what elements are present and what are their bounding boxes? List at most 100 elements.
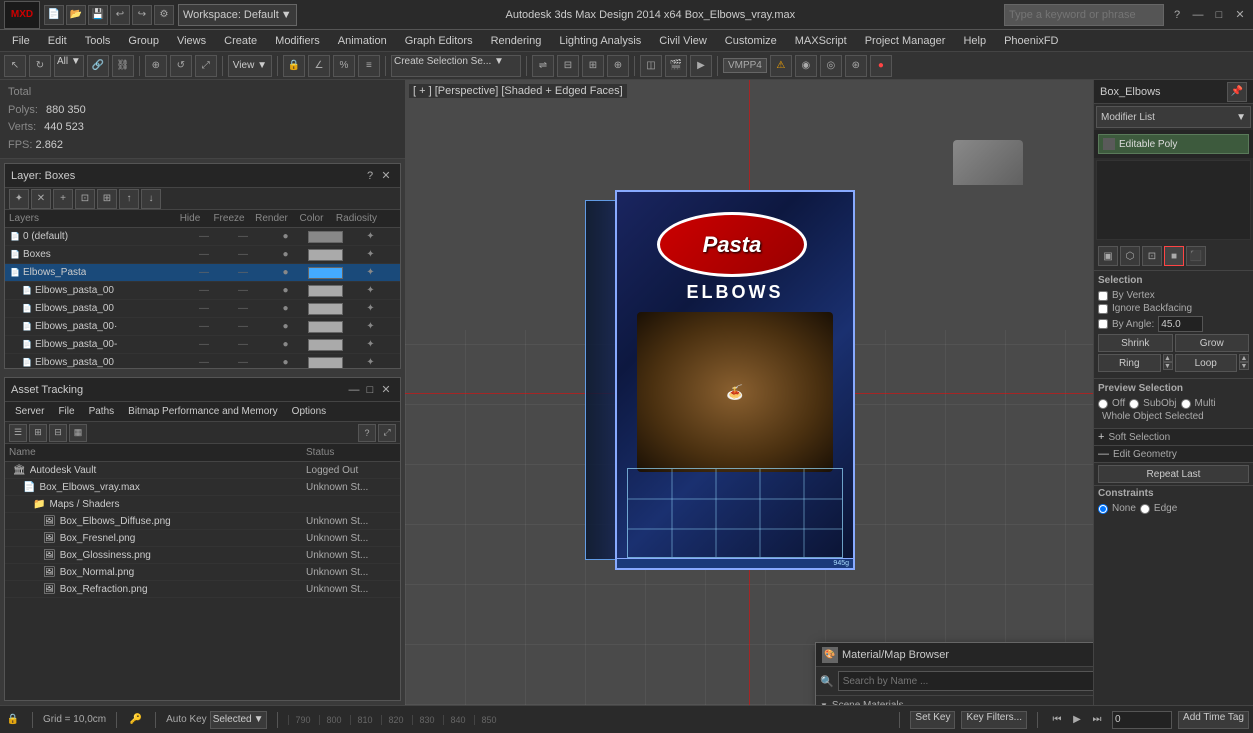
menu-rendering[interactable]: Rendering [483,33,550,49]
menu-civil[interactable]: Civil View [651,33,714,49]
menu-animation[interactable]: Animation [330,33,395,49]
asset-menu-paths[interactable]: Paths [83,406,121,417]
asset-panel-close[interactable]: ✕ [378,382,394,398]
rp-border-icon[interactable]: ⊡ [1142,246,1162,266]
rp-edit-geometry-header[interactable]: — Edit Geometry [1094,446,1253,463]
open-btn[interactable]: 📂 [66,5,86,25]
menu-help[interactable]: Help [955,33,994,49]
rp-modifier-list-dropdown[interactable]: Modifier List ▼ [1096,106,1251,128]
bb-prev-frame-icon[interactable]: ⏮ [1048,711,1066,729]
rp-edge-radio[interactable] [1140,504,1150,514]
rp-by-angle-cb[interactable] [1098,319,1108,329]
bb-play-icon[interactable]: ▶ [1068,711,1086,729]
layer-row[interactable]: 📄 0 (default) — — ● ✦ [5,228,400,246]
rp-by-vertex-cb[interactable] [1098,291,1108,301]
align-tool[interactable]: ⊟ [557,55,579,77]
unlink-tool[interactable]: ⛓ [112,55,134,77]
asset-view-icons[interactable]: ⊞ [29,424,47,442]
asset-row[interactable]: 🖼 Box_Refraction.png Unknown St... [5,581,400,598]
layer-manager[interactable]: ◫ [640,55,662,77]
close-icon[interactable]: ✕ [1231,6,1249,24]
layer-move-up[interactable]: ↑ [119,189,139,209]
rp-edge-icon[interactable]: ⬡ [1120,246,1140,266]
bb-key-filters-btn[interactable]: Key Filters... [961,711,1027,729]
view-dropdown[interactable]: View ▼ [228,55,272,77]
rp-none-radio[interactable] [1098,504,1108,514]
bb-key-icon[interactable]: 🔑 [127,711,145,729]
asset-menu-server[interactable]: Server [9,406,50,417]
bb-add-time-tag-btn[interactable]: Add Time Tag [1178,711,1249,729]
snap-toggle[interactable]: 🔒 [283,55,305,77]
maximize-icon[interactable]: □ [1210,6,1228,24]
rp-loop-dn-arrow[interactable]: ▼ [1239,362,1249,370]
select-tool[interactable]: ↖ [4,55,26,77]
rp-element-icon[interactable]: ⬛ [1186,246,1206,266]
layer-move-dn[interactable]: ↓ [141,189,161,209]
rotate-tool[interactable]: ↻ [29,55,51,77]
menu-project[interactable]: Project Manager [857,33,954,49]
asset-row[interactable]: 🖼 Box_Normal.png Unknown St... [5,564,400,581]
extra-tool-1[interactable]: ◉ [795,55,817,77]
render-setup[interactable]: 🎬 [665,55,687,77]
layer-delete-btn[interactable]: ✕ [31,189,51,209]
rp-ring-btn[interactable]: Ring [1098,354,1161,372]
move-tool[interactable]: ⊕ [145,55,167,77]
menu-views[interactable]: Views [169,33,214,49]
asset-view-detail[interactable]: ⊟ [49,424,67,442]
asset-panel-minimize[interactable]: — [346,382,362,398]
layer-row[interactable]: 📄 Elbows_Pasta — — ● ✦ [5,264,400,282]
layer-row[interactable]: 📄 Elbows_pasta_00 — — ● ✦ [5,300,400,318]
asset-row[interactable]: 🖼 Box_Glossiness.png Unknown St... [5,547,400,564]
layer-panel-close[interactable]: ✕ [378,168,394,184]
rp-ring-up-arrow[interactable]: ▲ [1163,354,1173,362]
rp-pin-icon[interactable]: 📌 [1227,82,1247,102]
undo-btn[interactable]: ↩ [110,5,130,25]
asset-view-thumb[interactable]: ▦ [69,424,87,442]
asset-row[interactable]: 📁 Maps / Shaders [5,496,400,513]
rp-soft-selection-header[interactable]: + Soft Selection [1094,429,1253,446]
rp-by-angle-input[interactable] [1158,316,1203,332]
help-icon[interactable]: ? [1168,6,1186,24]
rp-repeat-last-btn[interactable]: Repeat Last [1098,465,1249,483]
menu-graph-editors[interactable]: Graph Editors [397,33,481,49]
warning-icon[interactable]: ⚠ [770,55,792,77]
asset-row[interactable]: 📄 Box_Elbows_vray.max Unknown St... [5,479,400,496]
rp-grow-btn[interactable]: Grow [1175,334,1250,352]
rp-polygon-icon[interactable]: ■ [1164,246,1184,266]
layer-add-obj[interactable]: + [53,189,73,209]
rp-multi-radio[interactable] [1181,399,1191,409]
mb-section-header[interactable]: ▼ Scene Materials [820,700,1093,705]
bb-time-input[interactable] [1112,711,1172,729]
workspace-dropdown[interactable]: Workspace: Default ▼ [178,4,297,26]
spacing-tool[interactable]: ⊞ [582,55,604,77]
layer-sel-obj[interactable]: ⊞ [97,189,117,209]
redo-btn[interactable]: ↪ [132,5,152,25]
rp-vertex-icon[interactable]: ▣ [1098,246,1118,266]
layer-merge[interactable]: ⊡ [75,189,95,209]
percent-snap[interactable]: % [333,55,355,77]
search-input[interactable] [1004,4,1164,26]
asset-menu-options[interactable]: Options [286,406,332,417]
layer-row[interactable]: 📄 Boxes — — ● ✦ [5,246,400,264]
extra-tool-3[interactable]: ⊛ [845,55,867,77]
asset-menu-bitmap[interactable]: Bitmap Performance and Memory [122,406,284,417]
rp-shrink-btn[interactable]: Shrink [1098,334,1173,352]
layer-new-btn[interactable]: ✦ [9,189,29,209]
minimize-icon[interactable]: — [1189,6,1207,24]
angle-snap[interactable]: ∠ [308,55,330,77]
viewport[interactable]: [ + ] [Perspective] [Shaded + Edged Face… [405,80,1093,705]
menu-maxscript[interactable]: MAXScript [787,33,855,49]
rp-ignore-backfacing-cb[interactable] [1098,304,1108,314]
mb-search-input[interactable] [838,671,1093,691]
settings-btn[interactable]: ⚙ [154,5,174,25]
asset-expand-btn[interactable]: ⤢ [378,424,396,442]
bb-autokey-dropdown[interactable]: Selected ▼ [210,711,267,729]
extra-tool-2[interactable]: ◎ [820,55,842,77]
asset-panel-maximize[interactable]: □ [362,382,378,398]
menu-group[interactable]: Group [120,33,167,49]
layer-row[interactable]: 📄 Elbows_pasta_00- — — ● ✦ [5,336,400,354]
new-btn[interactable]: 📄 [44,5,64,25]
bb-lock-icon[interactable]: 🔒 [4,711,22,729]
link-tool[interactable]: 🔗 [87,55,109,77]
menu-create[interactable]: Create [216,33,265,49]
